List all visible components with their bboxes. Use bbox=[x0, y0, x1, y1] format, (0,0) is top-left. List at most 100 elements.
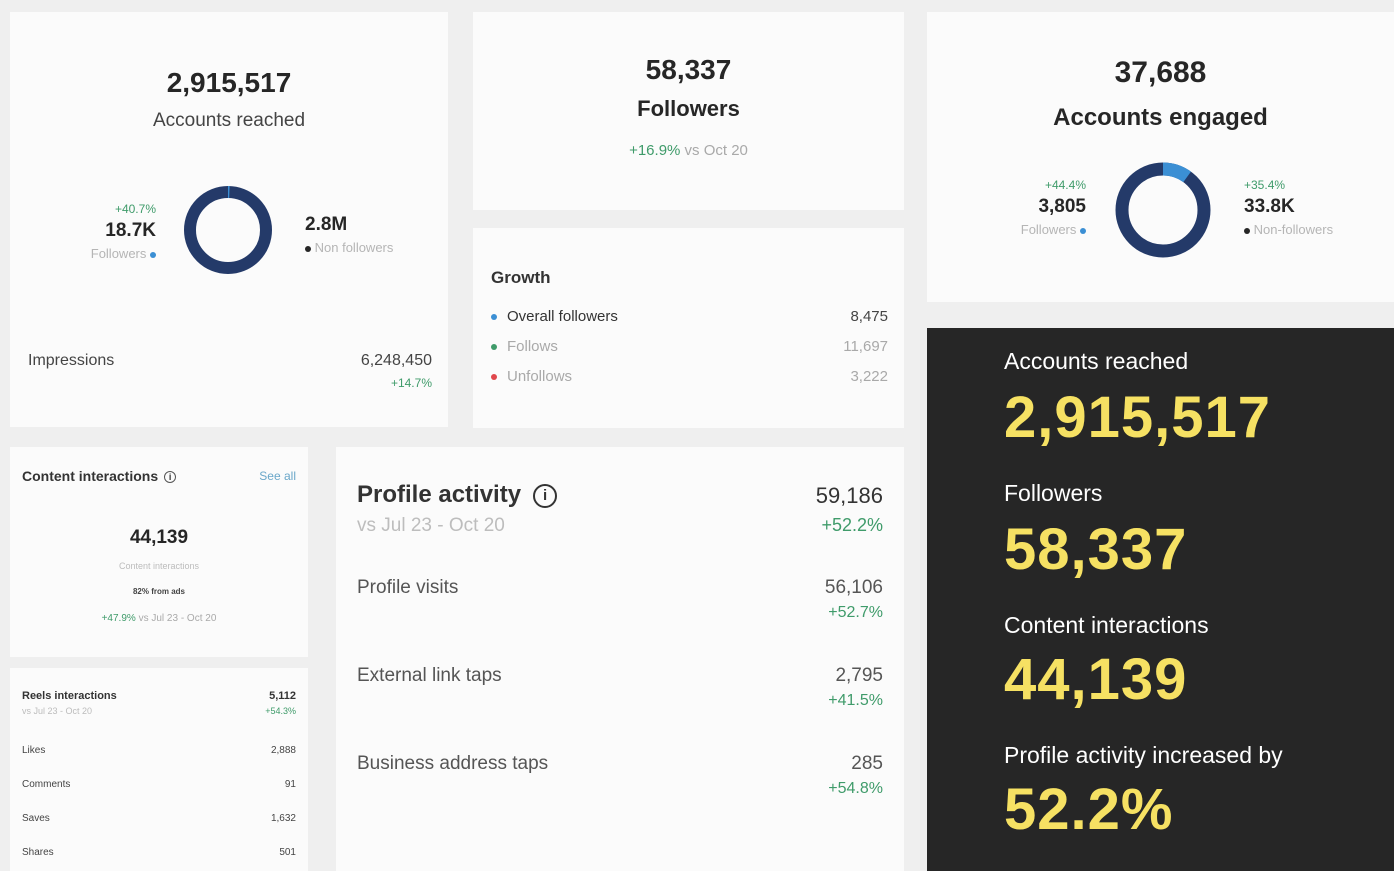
reached-nonfollowers-legend: Non followers bbox=[305, 240, 393, 255]
summary-profile-activity-value: 52.2% bbox=[1004, 777, 1174, 842]
growth-title: Growth bbox=[491, 268, 551, 287]
overall-dot-icon bbox=[491, 314, 497, 321]
summary-accounts-reached-label: Accounts reached bbox=[1004, 348, 1189, 374]
engaged-followers-stat: +44.4% 3,805 Followers bbox=[1021, 178, 1086, 237]
engaged-donut-chart bbox=[1115, 162, 1211, 258]
engaged-donut-nonfollowers-ring bbox=[1115, 162, 1211, 258]
impressions-label: Impressions bbox=[28, 352, 115, 369]
followers-change-line: +16.9% vs Oct 20 bbox=[473, 142, 904, 159]
business-address-taps-value: 285 bbox=[851, 753, 883, 774]
external-link-taps-label: External link taps bbox=[357, 665, 502, 686]
accounts-engaged-label: Accounts engaged bbox=[1053, 104, 1268, 131]
external-link-taps-value: 2,795 bbox=[835, 665, 883, 686]
reels-row-value: 501 bbox=[279, 847, 296, 858]
summary-profile-activity-label: Profile activity increased by bbox=[1004, 742, 1283, 768]
followers-change: +16.9% bbox=[629, 142, 681, 159]
unfollows-dot-icon bbox=[491, 374, 497, 381]
info-icon[interactable]: i bbox=[533, 483, 558, 508]
impressions-value: 6,248,450 bbox=[360, 352, 432, 369]
engaged-nonfollowers-legend: Non-followers bbox=[1244, 222, 1333, 237]
engaged-followers-label: Followers bbox=[1020, 222, 1077, 237]
profile-visits-label: Profile visits bbox=[357, 577, 459, 598]
reached-followers-change: +40.7% bbox=[114, 202, 156, 216]
reels-row-label: Saves bbox=[22, 813, 50, 824]
growth-row-label: Overall followers bbox=[507, 308, 618, 325]
accounts-reached-value: 2,915,517 bbox=[166, 67, 292, 98]
growth-row-follows: Follows 11,697 bbox=[491, 338, 888, 355]
growth-row-value: 3,222 bbox=[850, 368, 888, 385]
follows-dot-icon bbox=[491, 344, 497, 351]
content-interactions-title: Content interactions i bbox=[22, 468, 177, 484]
summary-followers-value: 58,337 bbox=[1004, 517, 1188, 582]
content-interactions-card: Content interactions i See all 44,139 Con… bbox=[10, 447, 308, 657]
growth-row-value: 8,475 bbox=[850, 308, 888, 325]
profile-activity-title: Profile activity i bbox=[357, 481, 558, 509]
reels-row-value: 1,632 bbox=[270, 813, 296, 824]
content-interactions-value: 44,139 bbox=[129, 527, 189, 548]
impressions-change: +14.7% bbox=[390, 376, 432, 390]
accounts-engaged-card[interactable]: 37,688 Accounts engaged +44.4% 3,805 Fol… bbox=[927, 12, 1394, 302]
reached-followers-stat: +40.7% 18.7K Followers bbox=[91, 202, 156, 261]
profile-activity-change: +52.2% bbox=[821, 515, 883, 535]
reached-followers-legend: Followers bbox=[91, 246, 156, 261]
reels-interactions-change: +54.3% bbox=[265, 706, 296, 716]
reached-followers-value: 18.7K bbox=[105, 220, 156, 241]
engaged-nonfollowers-value: 33.8K bbox=[1244, 196, 1295, 217]
growth-row-label: Follows bbox=[507, 338, 558, 355]
followers-dot-icon bbox=[150, 251, 156, 258]
followers-card[interactable]: 58,337 Followers +16.9% vs Oct 20 bbox=[473, 12, 904, 210]
summary-accounts-reached-value: 2,915,517 bbox=[1004, 385, 1272, 450]
engaged-nonfollowers-change: +35.4% bbox=[1244, 178, 1286, 192]
reached-nonfollowers-value: 2.8M bbox=[305, 214, 348, 235]
reels-row-value: 2,888 bbox=[270, 745, 296, 756]
growth-row-value: 11,697 bbox=[843, 338, 888, 355]
reached-donut-nonfollowers-ring bbox=[184, 186, 272, 274]
summary-content-interactions-label: Content interactions bbox=[1004, 612, 1209, 638]
growth-row-overall: Overall followers 8,475 bbox=[491, 308, 888, 325]
reels-row-label: Likes bbox=[22, 745, 46, 756]
info-icon[interactable]: i bbox=[164, 471, 177, 484]
content-interactions-label: Content interactions bbox=[118, 561, 200, 571]
accounts-reached-label: Accounts reached bbox=[152, 110, 306, 131]
followers-dot-icon bbox=[1080, 227, 1086, 234]
profile-activity-card: Profile activity i vs Jul 23 - Oct 20 59,… bbox=[336, 447, 904, 871]
external-link-taps-change: +41.5% bbox=[828, 692, 883, 709]
content-interactions-ads-note: 82% from ads bbox=[132, 587, 186, 596]
reels-row-value: 91 bbox=[284, 779, 296, 790]
engaged-nonfollowers-label: Non-followers bbox=[1253, 222, 1334, 237]
profile-activity-title-text: Profile activity bbox=[357, 481, 522, 508]
nonfollowers-dot-icon bbox=[305, 245, 311, 252]
reached-followers-label: Followers bbox=[90, 246, 147, 261]
reels-row-likes: Likes 2,888 bbox=[22, 745, 296, 756]
reels-row-label: Shares bbox=[22, 847, 54, 858]
reached-donut-chart bbox=[184, 186, 272, 274]
accounts-reached-card[interactable]: 2,915,517 Accounts reached +40.7% 18.7K … bbox=[10, 12, 448, 427]
engaged-followers-legend: Followers bbox=[1021, 222, 1086, 237]
summary-panel: Accounts reached 2,915,517 Followers 58,… bbox=[927, 328, 1394, 871]
reels-interactions-total: 5,112 bbox=[269, 690, 296, 702]
reels-row-comments: Comments 91 bbox=[22, 779, 296, 790]
reached-nonfollowers-stat: 2.8M Non followers bbox=[305, 210, 393, 255]
content-interactions-comparison: vs Jul 23 - Oct 20 bbox=[138, 613, 217, 624]
profile-activity-total: 59,186 bbox=[815, 483, 883, 508]
see-all-link[interactable]: See all bbox=[259, 469, 296, 483]
reels-row-saves: Saves 1,632 bbox=[22, 813, 296, 824]
reels-interactions-period: vs Jul 23 - Oct 20 bbox=[22, 706, 93, 716]
content-interactions-title-text: Content interactions bbox=[22, 468, 159, 484]
engaged-followers-value: 3,805 bbox=[1038, 196, 1086, 217]
followers-comparison: vs Oct 20 bbox=[684, 142, 748, 159]
profile-visits-value: 56,106 bbox=[824, 577, 883, 598]
business-address-taps-change: +54.8% bbox=[828, 780, 883, 797]
nonfollowers-dot-icon bbox=[1244, 227, 1250, 234]
reels-row-label: Comments bbox=[22, 779, 71, 790]
reached-nonfollowers-label: Non followers bbox=[314, 240, 394, 255]
profile-activity-period: vs Jul 23 - Oct 20 bbox=[357, 515, 505, 536]
growth-row-label: Unfollows bbox=[507, 368, 573, 385]
engaged-nonfollowers-stat: +35.4% 33.8K Non-followers bbox=[1244, 178, 1333, 237]
profile-visits-change: +52.7% bbox=[828, 604, 883, 621]
content-interactions-change: +47.9% bbox=[101, 613, 136, 624]
summary-content-interactions-value: 44,139 bbox=[1004, 647, 1188, 712]
growth-row-unfollows: Unfollows 3,222 bbox=[491, 368, 888, 385]
reels-row-shares: Shares 501 bbox=[22, 847, 296, 858]
summary-followers-label: Followers bbox=[1004, 480, 1103, 506]
